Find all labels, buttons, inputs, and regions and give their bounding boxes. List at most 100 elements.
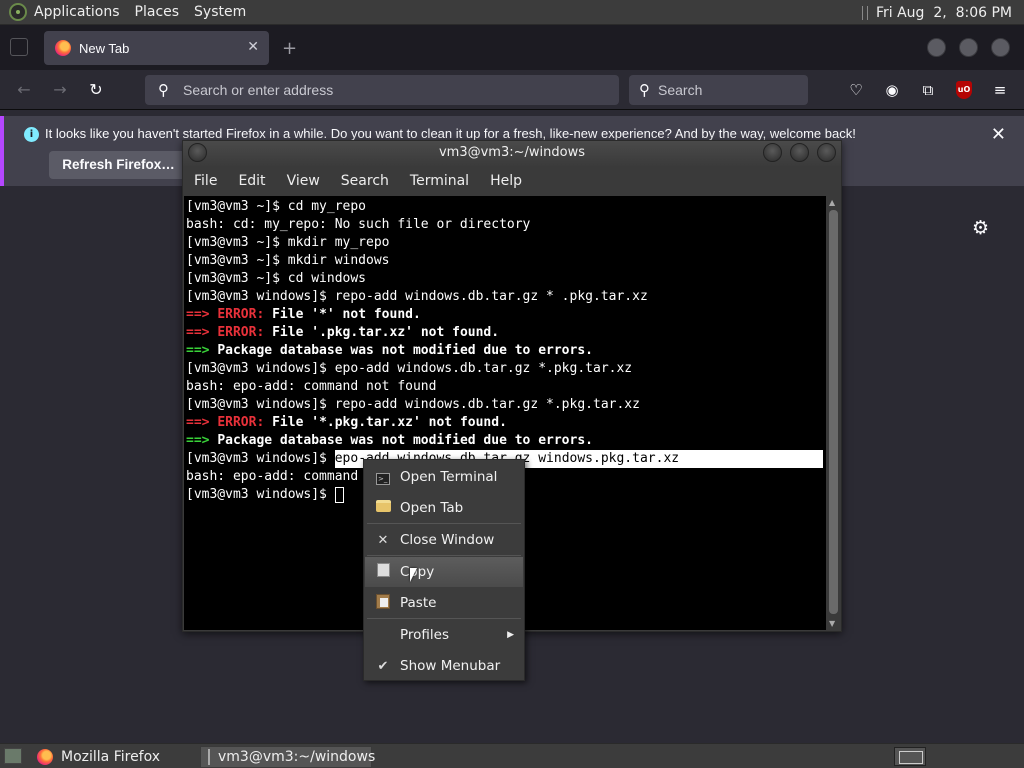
menu-file[interactable]: File [194,173,217,189]
firefox-icon [37,749,53,765]
menu-search[interactable]: Search [341,173,389,189]
menu-item-paste[interactable]: Paste [365,588,523,618]
error-message: File '*' not found. [264,307,421,322]
search-icon: ⚲ [639,81,650,99]
terminal-line: bash: epo-add: command not found [186,379,437,394]
error-message: File '*.pkg.tar.xz' not found. [264,415,507,430]
scroll-down-icon[interactable]: ▼ [829,619,835,628]
show-desktop-icon[interactable] [4,748,22,764]
pocket-icon[interactable]: ♡ [846,80,866,100]
scrollbar-thumb[interactable] [829,210,838,614]
menu-item-label: Show Menubar [400,658,501,674]
menu-terminal[interactable]: Terminal [410,173,469,189]
terminal-line: [vm3@vm3 ~]$ mkdir my_repo [186,235,390,250]
forward-arrow-icon[interactable]: → [49,79,71,101]
menu-help[interactable]: Help [490,173,522,189]
close-icon: ✕ [377,532,389,548]
tab-list-icon[interactable] [10,38,28,56]
firefox-navbar: ← → ↻ ⚲ Search or enter address ⚲ Search… [0,70,1024,110]
copy-icon [372,563,394,581]
distro-logo-icon[interactable] [9,3,27,21]
terminal-titlebar[interactable]: vm3@vm3:~/windows [183,141,841,167]
menu-system[interactable]: System [194,4,246,20]
terminal-line: [vm3@vm3 ~]$ cd windows [186,271,367,286]
search-placeholder: Search [658,82,703,98]
reload-icon[interactable]: ↻ [85,79,107,101]
new-tab-plus-icon[interactable]: + [282,38,297,59]
scroll-up-icon[interactable]: ▲ [829,198,835,207]
error-label: ERROR: [217,325,265,340]
terminal-line: bash: cd: my_repo: No such file or direc… [186,217,531,232]
extensions-icon[interactable]: ⧉ [918,80,938,100]
error-arrow: ==> [186,325,218,340]
menu-item-open-terminal[interactable]: >_ Open Terminal [365,462,523,492]
menu-applications[interactable]: Applications [34,4,120,20]
menu-item-close-window[interactable]: ✕ Close Window [365,525,523,555]
ublock-origin-icon[interactable]: uO [956,81,972,99]
taskbar-item-label: vm3@vm3:~/windows [218,749,376,765]
menu-separator [367,555,521,556]
error-label: ERROR: [217,415,265,430]
search-bar[interactable]: ⚲ Search [629,75,808,105]
menu-item-label: Close Window [400,532,495,548]
hamburger-menu-icon[interactable]: ≡ [990,80,1010,100]
tab-new-tab[interactable]: New Tab ✕ [44,31,269,65]
menu-view[interactable]: View [287,173,320,189]
maximize-button[interactable] [959,38,978,57]
tab-close-icon[interactable]: ✕ [247,39,259,55]
minimize-button[interactable] [763,143,782,162]
menu-item-show-menubar[interactable]: ✔ Show Menubar [365,651,523,681]
taskbar-item-terminal[interactable]: vm3@vm3:~/windows [200,746,376,768]
refresh-firefox-button[interactable]: Refresh Firefox… [49,151,188,179]
notification-message: It looks like you haven't started Firefo… [45,126,856,141]
back-arrow-icon[interactable]: ← [13,79,35,101]
menu-separator [367,523,521,524]
menu-item-profiles[interactable]: Profiles ▶ [365,620,523,650]
info-message: Package database was not modified due to… [217,343,593,358]
info-arrow: ==> [186,433,218,448]
terminal-title: vm3@vm3:~/windows [438,145,585,160]
submenu-arrow-icon: ▶ [507,630,514,640]
taskbar-item-label: Mozilla Firefox [61,749,161,765]
error-arrow: ==> [186,415,218,430]
maximize-button[interactable] [790,143,809,162]
error-message: File '.pkg.tar.xz' not found. [264,325,500,340]
search-icon: ⚲ [158,81,169,99]
menu-item-label: Profiles [400,627,450,643]
context-menu: >_ Open Terminal Open Tab ✕ Close Window… [363,459,525,681]
gear-icon[interactable]: ⚙ [972,217,989,239]
terminal-line: [vm3@vm3 ~]$ cd my_repo [186,199,367,214]
terminal-scrollbar[interactable]: ▲ ▼ [827,196,840,630]
terminal-menubar: File Edit View Search Terminal Help [183,167,841,195]
close-window-button[interactable] [817,143,836,162]
close-window-button[interactable] [991,38,1010,57]
taskbar-item-firefox[interactable]: Mozilla Firefox [30,746,198,768]
clock[interactable]: Fri Aug 2, 8:06 PM [876,5,1012,21]
menu-item-label: Copy [400,564,435,580]
bottom-panel: Mozilla Firefox vm3@vm3:~/windows [0,743,1024,768]
notification-close-icon[interactable]: ✕ [991,124,1006,145]
terminal-line: [vm3@vm3 windows]$ repo-add windows.db.t… [186,289,648,304]
url-bar[interactable]: ⚲ Search or enter address [145,75,619,105]
firefox-favicon-icon [55,40,71,56]
menu-item-label: Open Tab [400,500,464,516]
firefox-tabbar: New Tab ✕ + [0,25,1024,70]
terminal-line: ==> ERROR: File '.pkg.tar.xz' not found. [186,324,499,342]
error-label: ERROR: [217,307,265,322]
menu-item-copy[interactable]: Copy [365,557,523,587]
terminal-icon [208,749,210,765]
workspace-switcher[interactable] [894,747,926,766]
error-arrow: ==> [186,307,218,322]
info-arrow: ==> [186,343,218,358]
menu-places[interactable]: Places [135,4,180,20]
paste-icon [372,593,394,613]
minimize-button[interactable] [927,38,946,57]
menu-item-open-tab[interactable]: Open Tab [365,493,523,523]
terminal-line: ==> ERROR: File '*' not found. [186,306,421,324]
panel-separator [861,5,868,20]
folder-icon [372,500,394,516]
terminal-line: bash: epo-add: command [186,469,359,484]
menu-item-label: Open Terminal [400,469,498,485]
menu-edit[interactable]: Edit [238,173,265,189]
account-icon[interactable]: ◉ [882,80,902,100]
